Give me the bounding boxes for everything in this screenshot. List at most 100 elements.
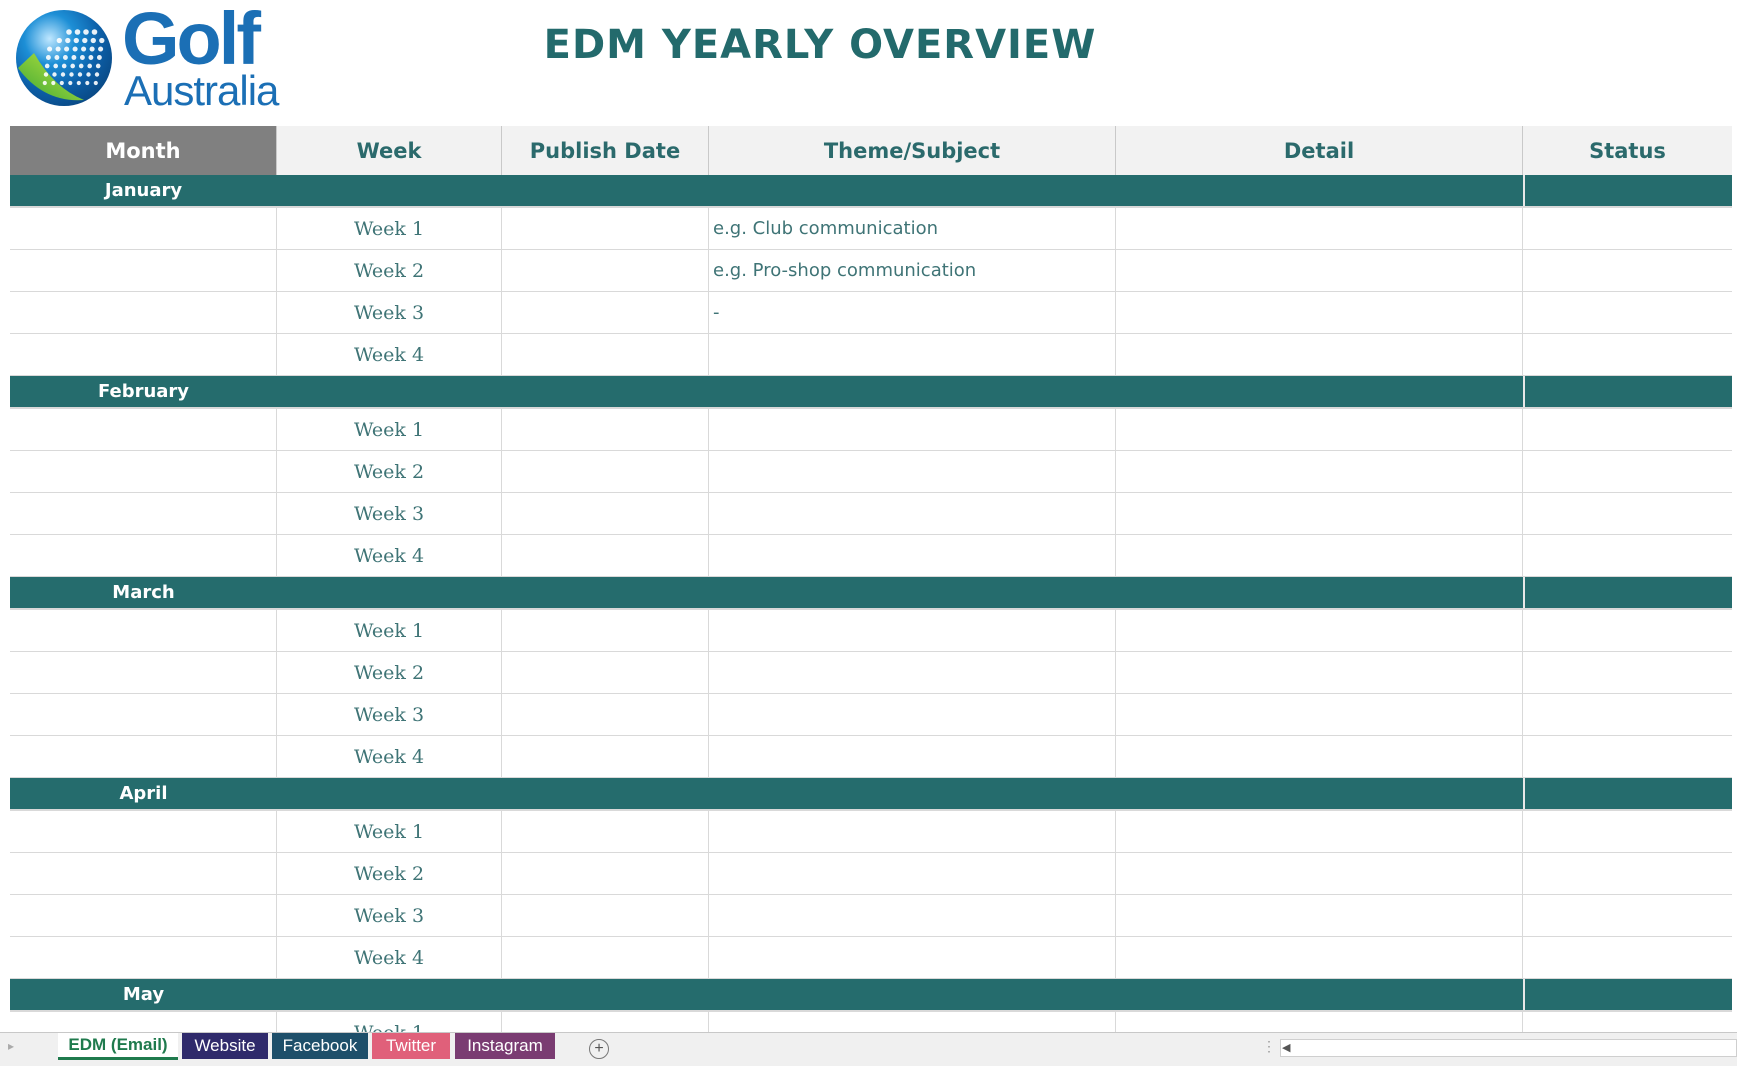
theme-cell[interactable]: [709, 610, 1116, 651]
month-status-cell[interactable]: [1523, 778, 1732, 809]
scroll-left-icon[interactable]: ◀: [1282, 1041, 1290, 1054]
status-cell[interactable]: [1523, 736, 1732, 777]
month-cell[interactable]: [10, 208, 277, 249]
theme-cell[interactable]: [709, 535, 1116, 576]
week-cell[interactable]: Week 2: [277, 250, 502, 291]
month-cell[interactable]: [10, 937, 277, 978]
status-cell[interactable]: [1523, 292, 1732, 333]
detail-cell[interactable]: [1116, 334, 1523, 375]
week-cell[interactable]: Week 4: [277, 334, 502, 375]
week-cell[interactable]: Week 3: [277, 292, 502, 333]
status-cell[interactable]: [1523, 694, 1732, 735]
publish-date-cell[interactable]: [502, 937, 709, 978]
publish-date-cell[interactable]: [502, 610, 709, 651]
theme-cell[interactable]: [709, 409, 1116, 450]
theme-cell[interactable]: [709, 895, 1116, 936]
publish-date-cell[interactable]: [502, 736, 709, 777]
sheet-tab-facebook[interactable]: Facebook: [272, 1033, 368, 1059]
month-cell[interactable]: [10, 895, 277, 936]
publish-date-cell[interactable]: [502, 250, 709, 291]
column-header-detail[interactable]: Detail: [1116, 126, 1523, 175]
status-cell[interactable]: [1523, 610, 1732, 651]
theme-cell[interactable]: [709, 736, 1116, 777]
status-cell[interactable]: [1523, 493, 1732, 534]
detail-cell[interactable]: [1116, 811, 1523, 852]
month-cell[interactable]: [10, 694, 277, 735]
sheet-tab-edm-email[interactable]: EDM (Email): [58, 1033, 178, 1060]
week-cell[interactable]: Week 1: [277, 208, 502, 249]
detail-cell[interactable]: [1116, 853, 1523, 894]
publish-date-cell[interactable]: [502, 292, 709, 333]
status-cell[interactable]: [1523, 208, 1732, 249]
month-status-cell[interactable]: [1523, 175, 1732, 206]
sheet-tab-instagram[interactable]: Instagram: [455, 1033, 555, 1059]
publish-date-cell[interactable]: [502, 451, 709, 492]
publish-date-cell[interactable]: [502, 811, 709, 852]
publish-date-cell[interactable]: [502, 334, 709, 375]
detail-cell[interactable]: [1116, 736, 1523, 777]
week-cell[interactable]: Week 2: [277, 451, 502, 492]
column-header-publish-date[interactable]: Publish Date: [502, 126, 709, 175]
status-cell[interactable]: [1523, 535, 1732, 576]
month-cell[interactable]: [10, 652, 277, 693]
sheet-tab-website[interactable]: Website: [182, 1033, 268, 1059]
publish-date-cell[interactable]: [502, 409, 709, 450]
week-cell[interactable]: Week 3: [277, 895, 502, 936]
week-cell[interactable]: Week 4: [277, 937, 502, 978]
theme-cell[interactable]: [709, 451, 1116, 492]
status-cell[interactable]: [1523, 811, 1732, 852]
month-cell[interactable]: [10, 535, 277, 576]
week-cell[interactable]: Week 1: [277, 811, 502, 852]
detail-cell[interactable]: [1116, 250, 1523, 291]
month-cell[interactable]: [10, 493, 277, 534]
status-cell[interactable]: [1523, 409, 1732, 450]
detail-cell[interactable]: [1116, 652, 1523, 693]
week-cell[interactable]: Week 2: [277, 652, 502, 693]
week-cell[interactable]: Week 1: [277, 409, 502, 450]
sheet-tab-twitter[interactable]: Twitter: [372, 1033, 450, 1059]
publish-date-cell[interactable]: [502, 694, 709, 735]
theme-cell[interactable]: e.g. Club communication: [709, 208, 1116, 249]
status-cell[interactable]: [1523, 451, 1732, 492]
month-cell[interactable]: [10, 451, 277, 492]
month-cell[interactable]: [10, 853, 277, 894]
column-header-status[interactable]: Status: [1523, 126, 1732, 175]
status-cell[interactable]: [1523, 334, 1732, 375]
theme-cell[interactable]: [709, 694, 1116, 735]
splitter-handle-icon[interactable]: ⋮: [1262, 1038, 1276, 1055]
detail-cell[interactable]: [1116, 610, 1523, 651]
theme-cell[interactable]: [709, 652, 1116, 693]
week-cell[interactable]: Week 2: [277, 853, 502, 894]
status-cell[interactable]: [1523, 652, 1732, 693]
month-cell[interactable]: [10, 409, 277, 450]
tab-scroll-arrow-icon[interactable]: ▸: [8, 1039, 14, 1053]
column-header-month[interactable]: Month: [10, 126, 277, 175]
month-cell[interactable]: [10, 334, 277, 375]
publish-date-cell[interactable]: [502, 652, 709, 693]
publish-date-cell[interactable]: [502, 853, 709, 894]
week-cell[interactable]: Week 1: [277, 610, 502, 651]
month-cell[interactable]: May: [10, 979, 1523, 1010]
theme-cell[interactable]: [709, 493, 1116, 534]
month-cell[interactable]: February: [10, 376, 1523, 407]
publish-date-cell[interactable]: [502, 208, 709, 249]
month-cell[interactable]: [10, 292, 277, 333]
detail-cell[interactable]: [1116, 895, 1523, 936]
week-cell[interactable]: Week 3: [277, 694, 502, 735]
column-header-week[interactable]: Week: [277, 126, 502, 175]
status-cell[interactable]: [1523, 853, 1732, 894]
theme-cell[interactable]: [709, 334, 1116, 375]
month-status-cell[interactable]: [1523, 577, 1732, 608]
horizontal-scrollbar[interactable]: [1280, 1039, 1737, 1057]
publish-date-cell[interactable]: [502, 493, 709, 534]
month-cell[interactable]: [10, 736, 277, 777]
month-cell[interactable]: March: [10, 577, 1523, 608]
theme-cell[interactable]: [709, 853, 1116, 894]
month-cell[interactable]: April: [10, 778, 1523, 809]
month-cell[interactable]: January: [10, 175, 1523, 206]
theme-cell[interactable]: [709, 811, 1116, 852]
publish-date-cell[interactable]: [502, 895, 709, 936]
status-cell[interactable]: [1523, 895, 1732, 936]
theme-cell[interactable]: -: [709, 292, 1116, 333]
theme-cell[interactable]: [709, 937, 1116, 978]
